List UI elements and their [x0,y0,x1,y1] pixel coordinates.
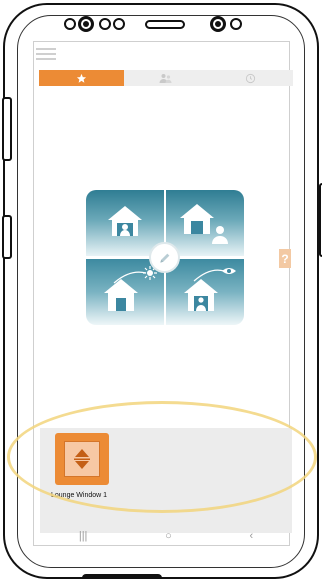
tab-scenes[interactable] [123,70,209,86]
recents-button[interactable]: ||| [79,530,88,542]
shutter-updown-icon [64,441,100,477]
sensor-icon [64,18,76,30]
tab-favorites[interactable] [39,70,124,86]
front-camera-icon [78,16,94,32]
pencil-icon [159,253,169,263]
back-button[interactable]: ‹ [249,530,253,542]
house-sun-icon [104,266,157,311]
bixby-button [2,215,12,259]
favorite-devices-panel: Lounge Window 1 [40,428,292,533]
tab-bar [39,70,294,86]
iris-camera-icon [210,16,226,32]
sensor-icon [113,18,125,30]
sensor-icon [230,18,242,30]
house-leaving-icon [180,204,228,244]
system-nav-bar: ||| ○ ‹ [40,526,292,546]
house-eye-icon [184,268,236,311]
home-button[interactable]: ○ [165,530,172,542]
tab-timers[interactable] [208,70,294,86]
earpiece-speaker [145,20,185,29]
sensor-icon [99,18,111,30]
star-icon [76,73,86,83]
scene-grid [86,190,244,325]
edit-scenes-button[interactable] [149,242,180,273]
device-tile-lounge-window-1[interactable] [55,433,109,485]
scene-tile-away[interactable] [166,190,244,256]
volume-button [2,97,12,161]
clock-icon [246,73,256,83]
device-label: Lounge Window 1 [51,492,108,499]
people-icon [159,73,172,83]
hamburger-menu-icon[interactable] [36,46,58,62]
scene-tile-privacy[interactable] [166,259,244,325]
help-label: ? [281,251,289,266]
scene-tile-day[interactable] [86,259,164,325]
app-screen: ? Lounge Window 1 ||| ○ ‹ [33,41,294,546]
help-button[interactable]: ? [279,249,291,268]
